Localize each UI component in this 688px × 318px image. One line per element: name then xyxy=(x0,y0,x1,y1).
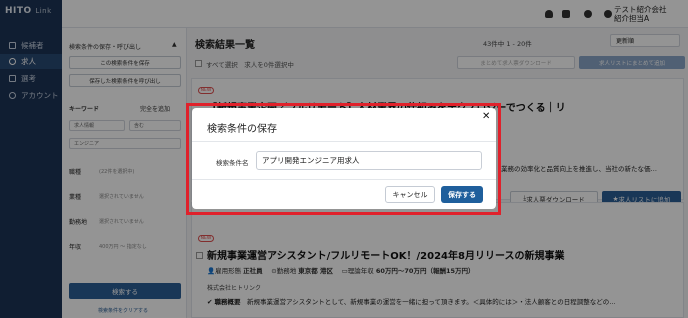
condition-name-label: 検索条件名 xyxy=(216,159,249,167)
divider xyxy=(192,141,496,142)
close-icon[interactable]: ✕ xyxy=(482,111,490,122)
divider xyxy=(192,179,496,180)
save-button[interactable]: 保存する xyxy=(441,186,483,203)
dialog-title: 検索条件の保存 xyxy=(207,124,277,135)
save-condition-dialog: 検索条件の保存 ✕ 検索条件名 キャンセル 保存する xyxy=(192,108,496,209)
condition-name-input[interactable] xyxy=(256,151,482,170)
cancel-button[interactable]: キャンセル xyxy=(385,186,435,203)
